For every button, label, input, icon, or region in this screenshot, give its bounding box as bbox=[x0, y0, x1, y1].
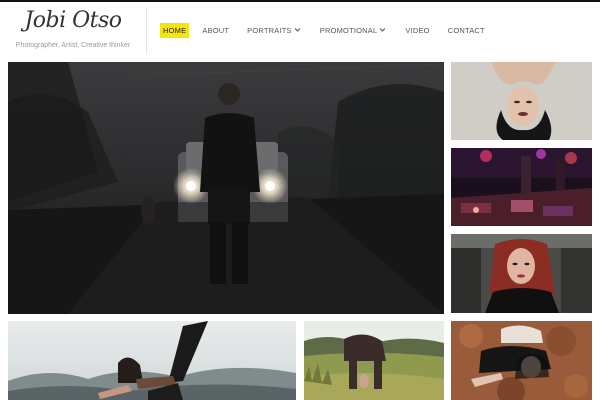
chevron-down-icon bbox=[293, 26, 302, 34]
gallery-photo-grass-field[interactable] bbox=[304, 321, 444, 400]
chevron-down-icon bbox=[378, 26, 387, 34]
nav-item-label: CONTACT bbox=[447, 25, 485, 35]
nav-item-label: PORTRAITS bbox=[247, 25, 292, 35]
nav-item-about[interactable]: ABOUT bbox=[199, 23, 232, 38]
nav-item-video[interactable]: VIDEO bbox=[402, 23, 432, 38]
gallery-photo-redhead-car[interactable] bbox=[451, 234, 592, 313]
header-divider bbox=[146, 8, 147, 54]
nav-item-label: ABOUT bbox=[202, 25, 230, 35]
nav-item-label: HOME bbox=[163, 25, 187, 35]
nav-item-contact[interactable]: CONTACT bbox=[445, 23, 488, 38]
nav-item-portraits[interactable]: PORTRAITS bbox=[244, 23, 305, 38]
site-logo[interactable]: Jobi Otso bbox=[0, 8, 146, 33]
gallery-photo-yoga-valley[interactable] bbox=[8, 321, 296, 400]
nav-item-home[interactable]: HOME bbox=[160, 22, 190, 38]
brand[interactable]: Jobi Otso Photographer, Artist, Creative… bbox=[0, 0, 146, 62]
nav-item-label: VIDEO bbox=[405, 25, 430, 35]
site-tagline: Photographer, Artist, Creative thinker bbox=[15, 42, 131, 49]
nav-item-promotional[interactable]: PROMOTIONAL bbox=[317, 23, 391, 38]
gallery-photo-woman-sand[interactable] bbox=[451, 62, 592, 140]
gallery-photo-concert[interactable] bbox=[451, 148, 592, 226]
gallery-photo-foggy-road[interactable] bbox=[8, 62, 444, 314]
nav-item-label: PROMOTIONAL bbox=[319, 25, 378, 35]
gallery-photo-woman-rocks[interactable] bbox=[451, 321, 592, 400]
main-nav: HOME ABOUT PORTRAITS PROMOTIONAL VIDEO C… bbox=[160, 22, 500, 38]
